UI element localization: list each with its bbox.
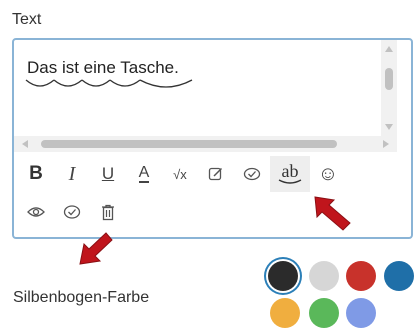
underline-button[interactable]: U (90, 156, 126, 192)
scroll-up-arrow-icon[interactable] (385, 46, 393, 52)
edit-button[interactable] (198, 156, 234, 192)
scroll-down-arrow-icon[interactable] (385, 124, 393, 130)
syllable-arc-glyph: ab (281, 161, 299, 181)
syllable-arc (25, 79, 55, 87)
syllable-arc-icon: ab (278, 161, 302, 185)
scroll-right-arrow-icon[interactable] (383, 140, 389, 148)
bold-button[interactable]: B (18, 156, 54, 192)
color-swatch-light-gray[interactable] (309, 261, 339, 291)
edit-icon (208, 167, 223, 181)
check-button[interactable] (234, 156, 270, 192)
check-circle-icon (63, 205, 81, 219)
trash-icon (102, 204, 114, 220)
annotation-arrow-icon (314, 196, 351, 231)
text-color-icon: A (138, 164, 150, 183)
arc-color-label: Silbenbogen-Farbe (13, 289, 150, 306)
emoji-button[interactable]: ☺ (310, 156, 346, 192)
formatting-toolbar: B I U A √x ab ☺ (14, 156, 411, 192)
syllable-arcs (25, 79, 193, 88)
horizontal-scrollbar[interactable] (14, 136, 397, 152)
eye-icon (27, 207, 45, 217)
color-swatch-red[interactable] (346, 261, 376, 291)
annotation-arrow-icon (79, 232, 113, 265)
vertical-scrollbar[interactable] (381, 40, 397, 136)
syllable-arc (139, 79, 193, 88)
arc-underline-icon (278, 179, 302, 184)
formula-button[interactable]: √x (162, 156, 198, 192)
color-swatch-periwinkle[interactable] (346, 298, 376, 328)
color-swatch-black[interactable] (268, 261, 298, 291)
preview-button[interactable] (18, 194, 54, 230)
delete-button[interactable] (90, 194, 126, 230)
syllable-arc (53, 79, 83, 87)
syllable-arc (81, 79, 111, 87)
syllable-arc (109, 79, 141, 87)
check-oval-icon (243, 167, 261, 181)
check-circle-button[interactable] (54, 194, 90, 230)
italic-button[interactable]: I (54, 156, 90, 192)
color-swatch-orange[interactable] (270, 298, 300, 328)
horizontal-scroll-thumb[interactable] (41, 140, 337, 148)
vertical-scroll-thumb[interactable] (385, 68, 393, 90)
color-swatch-green[interactable] (309, 298, 339, 328)
color-swatch-blue[interactable] (384, 261, 414, 291)
syllable-arc-button[interactable]: ab (270, 156, 310, 192)
text-input-area[interactable]: Das ist eine Tasche. (14, 40, 397, 136)
text-color-button[interactable]: A (126, 156, 162, 192)
scroll-left-arrow-icon[interactable] (22, 140, 28, 148)
section-label: Text (12, 11, 42, 28)
editor-text: Das ist eine Tasche. (27, 58, 179, 77)
